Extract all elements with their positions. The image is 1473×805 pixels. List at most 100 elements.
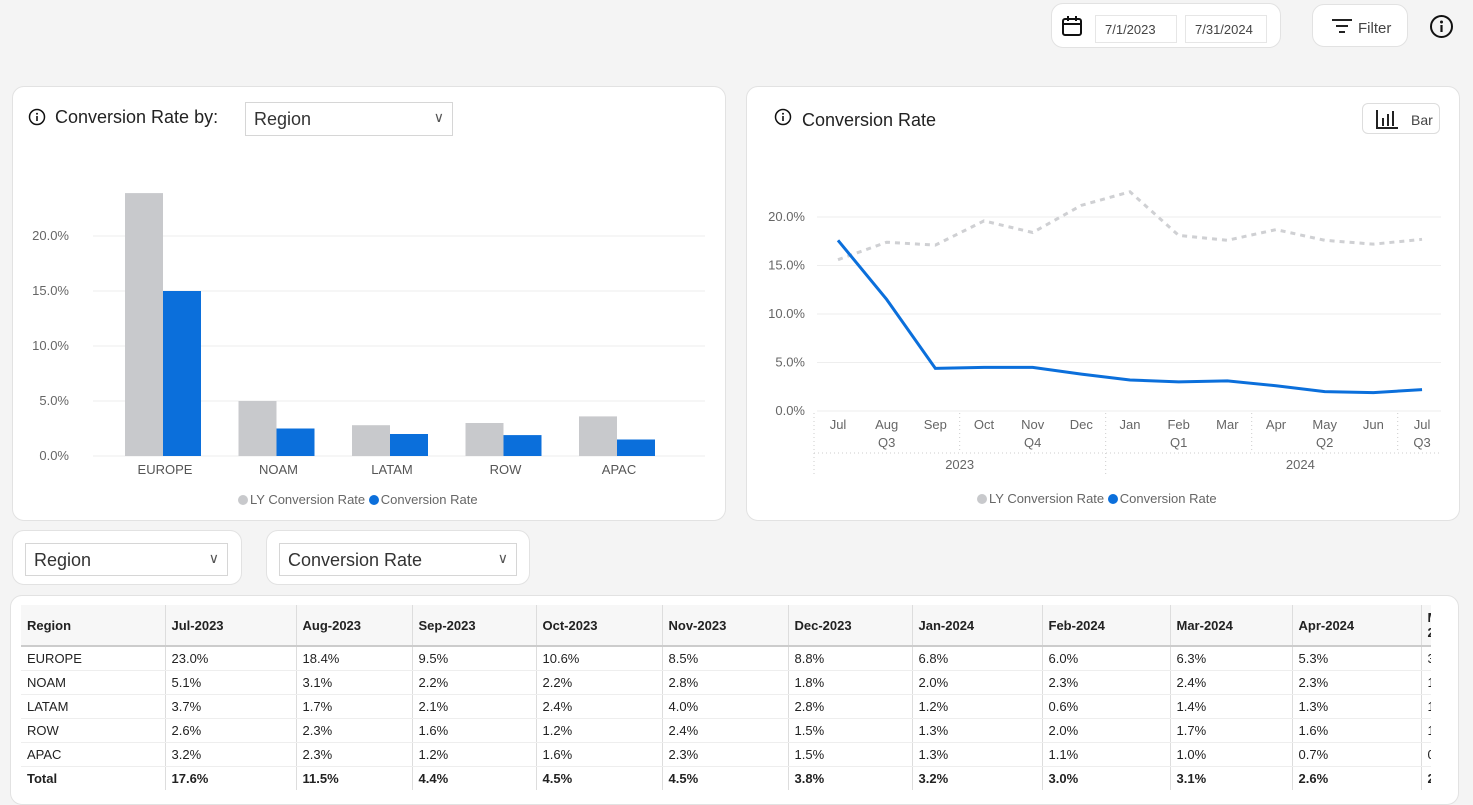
x-tick-label: Apr	[1266, 417, 1287, 432]
table-cell: 2.4%	[661, 718, 788, 743]
dropdown-value: Region	[34, 550, 92, 570]
column-header[interactable]: Feb-2024	[1041, 605, 1170, 647]
table-cell: 17.6%	[164, 766, 296, 790]
table-cell: 2.3%	[661, 742, 788, 767]
table-cell: 9.5%	[411, 646, 536, 671]
table-cell: 1.7%	[295, 694, 412, 719]
table-cell: 3.1%	[1169, 766, 1292, 790]
end-date-input[interactable]: 7/31/2024	[1185, 15, 1267, 43]
bar-ly	[352, 425, 390, 456]
table-cell: 6.8%	[911, 646, 1042, 671]
bar-ly	[125, 193, 163, 456]
x-tick-label: EUROPE	[138, 462, 193, 477]
table-row: ROW 2.6% 2.3% 1.6% 1.2% 2.4% 1.5% 1.3% 2.0% 1.7% 1…	[21, 718, 1431, 743]
table-cell: 4.4%	[411, 766, 536, 790]
table-cell: 18.4%	[295, 646, 412, 671]
bar-chart: 0.0% 5.0% 10.0% 15.0% 20.0% EUROPE NOAM LATAM RO…	[32, 193, 705, 477]
x-tick-label: May	[1312, 417, 1337, 432]
y-tick-label: 15.0%	[32, 283, 69, 298]
column-header[interactable]: Dec-2023	[787, 605, 912, 647]
column-header[interactable]: Jan-2024	[911, 605, 1042, 647]
total-row: Total 17.6% 11.5% 4.4% 4.5% 4.5% 3.8% 3.2% 3.0% 3…	[21, 766, 1431, 790]
table-cell: 4.5%	[661, 766, 788, 790]
x-tick-label: Mar	[1216, 417, 1239, 432]
legend: LY Conversion Rate Conversion Rate	[238, 492, 478, 507]
x-tick-label: ROW	[490, 462, 523, 477]
x-tick-label: Nov	[1021, 417, 1045, 432]
rows-dropdown[interactable]: Region ∨	[25, 543, 228, 576]
info-icon[interactable]	[1429, 14, 1454, 39]
filter-button[interactable]: Filter	[1312, 4, 1408, 47]
measure-dropdown[interactable]: Conversion Rate ∨	[279, 543, 517, 576]
table-cell: 3.7%	[164, 694, 296, 719]
column-header[interactable]: Jul-2023	[164, 605, 296, 647]
quarter-label: Q3	[1413, 435, 1430, 450]
table-cell: 1.7%	[1169, 718, 1292, 743]
table-cell: 1.5%	[787, 718, 912, 743]
table-cell: 1.7%	[1420, 718, 1431, 743]
table-cell: 1.3%	[1291, 694, 1421, 719]
table-cell: 3.2%	[911, 766, 1042, 790]
legend-ly: LY Conversion Rate	[250, 492, 366, 507]
filter-icon	[1332, 19, 1352, 33]
table-cell: 11.5%	[295, 766, 412, 790]
column-header[interactable]: Sep-2023	[411, 605, 536, 647]
column-header[interactable]: Mar-2024	[1169, 605, 1292, 647]
bar-ly	[238, 401, 277, 456]
table-cell: 4.0%	[661, 694, 788, 719]
table-cell: 1.2%	[535, 718, 662, 743]
y-tick-label: 0.0%	[775, 403, 805, 418]
table-cell: 2.3%	[295, 718, 412, 743]
measure-selector-card: Conversion Rate ∨	[266, 530, 530, 585]
column-header[interactable]: Nov-2023	[661, 605, 788, 647]
start-date-input[interactable]: 7/1/2023	[1095, 15, 1177, 43]
quarter-label: Q3	[878, 435, 895, 450]
table-cell: 5.3%	[1291, 646, 1421, 671]
y-tick-label: 20.0%	[768, 209, 805, 224]
table-cell: 2.4%	[1169, 670, 1292, 695]
year-label: 2024	[1286, 457, 1315, 472]
y-tick-label: 15.0%	[768, 258, 805, 273]
y-tick-label: 10.0%	[768, 306, 805, 321]
table-cell: 2.8%	[787, 694, 912, 719]
calendar-icon[interactable]	[1061, 15, 1083, 37]
bar-cr	[276, 428, 315, 456]
table-cell: 0.7%	[1420, 742, 1431, 767]
table-cell: 6.0%	[1041, 646, 1170, 671]
column-header[interactable]: Aug-2023	[295, 605, 412, 647]
line-conversion-rate	[836, 239, 1423, 395]
region-bar-chart-card: Conversion Rate by: Region ∨ 0.0% 5.0% 10.0…	[12, 86, 726, 521]
column-header[interactable]: May-2024	[1420, 605, 1431, 647]
y-tick-label: 5.0%	[775, 355, 805, 370]
column-header[interactable]: Apr-2024	[1291, 605, 1421, 647]
table-cell: 1.2%	[911, 694, 1042, 719]
table-cell: 3.2%	[164, 742, 296, 767]
table-cell: 2.3%	[1291, 670, 1421, 695]
row-label: LATAM	[21, 694, 165, 719]
table-cell: 1.2%	[411, 742, 536, 767]
table-cell: 3.1%	[295, 670, 412, 695]
rows-selector-card: Region ∨	[12, 530, 242, 585]
table-cell: 1.3%	[911, 742, 1042, 767]
line-chart: 0.0% 5.0% 10.0% 15.0% 20.0% Jul Aug Sep Oct Nov De…	[768, 190, 1441, 475]
x-tick-label: APAC	[602, 462, 636, 477]
x-tick-label: Sep	[924, 417, 947, 432]
x-tick-label: NOAM	[259, 462, 298, 477]
table-cell: 2.1%	[411, 694, 536, 719]
column-header[interactable]: Oct-2023	[535, 605, 662, 647]
table-cell: 2.3%	[295, 742, 412, 767]
column-header[interactable]: Region	[21, 605, 165, 647]
x-tick-label: Jun	[1363, 417, 1384, 432]
x-tick-label: Jul	[1414, 417, 1431, 432]
conversion-rate-line-card: Conversion Rate Bar 0.0% 5.0% 10.0% 15.0% 20…	[746, 86, 1460, 521]
table-cell: 0.7%	[1291, 742, 1421, 767]
table-cell: 1.3%	[1420, 694, 1431, 719]
bar-ly	[465, 423, 504, 456]
table-scroll[interactable]: Region Jul-2023 Aug-2023 Sep-2023 Oct-2023 No…	[21, 605, 1431, 790]
row-label: EUROPE	[21, 646, 165, 671]
table-cell: 8.5%	[661, 646, 788, 671]
table-cell: 2.8%	[661, 670, 788, 695]
quarter-label: Q1	[1170, 435, 1187, 450]
row-label: ROW	[21, 718, 165, 743]
x-tick-label: Jul	[830, 417, 847, 432]
